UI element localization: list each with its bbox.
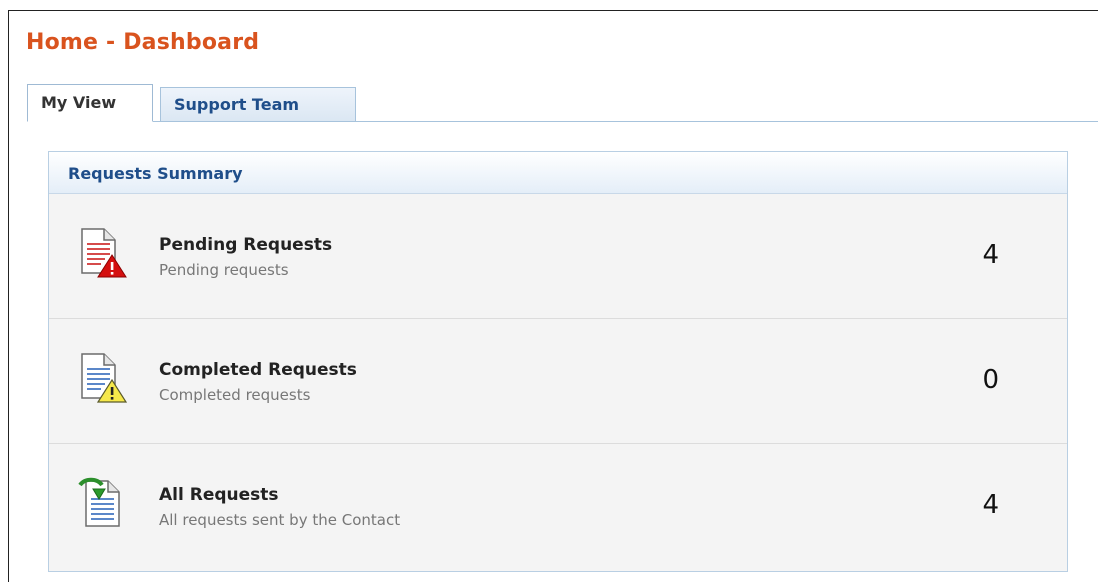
- row-subtitle: Pending requests: [159, 261, 289, 279]
- row-count: 0: [982, 365, 999, 395]
- row-title: All Requests: [159, 485, 279, 505]
- tab-underline: [27, 121, 1098, 122]
- row-subtitle: Completed requests: [159, 386, 311, 404]
- document-arrow-icon: [77, 477, 129, 529]
- row-subtitle: All requests sent by the Contact: [159, 511, 401, 529]
- row-title: Completed Requests: [159, 360, 357, 380]
- summary-row-completed[interactable]: Completed Requests Completed requests 0: [49, 319, 1067, 444]
- summary-row-pending[interactable]: Pending Requests Pending requests 4: [49, 194, 1067, 319]
- tab-bar: My View Support Team: [27, 84, 1098, 122]
- page-title: Home - Dashboard: [26, 30, 260, 55]
- document-warning-icon: [77, 352, 129, 404]
- row-count: 4: [982, 490, 999, 520]
- summary-row-all[interactable]: All Requests All requests sent by the Co…: [49, 444, 1067, 570]
- row-title: Pending Requests: [159, 235, 333, 255]
- tab-my-view[interactable]: My View: [27, 84, 153, 122]
- row-count: 4: [982, 240, 999, 270]
- document-error-icon: [77, 227, 129, 279]
- panel-title: Requests Summary: [49, 152, 1067, 194]
- requests-summary-panel: Requests Summary Pending Requests Pendin…: [48, 151, 1068, 572]
- tab-support-team[interactable]: Support Team: [160, 87, 356, 121]
